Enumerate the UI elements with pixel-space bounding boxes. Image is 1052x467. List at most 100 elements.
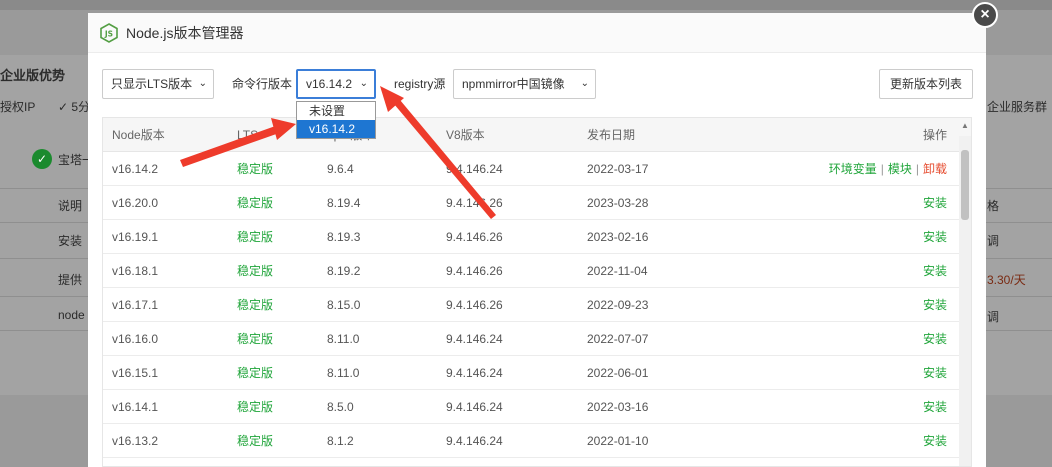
- table-scrollbar[interactable]: [959, 136, 971, 466]
- cell-date: 2022-11-04: [587, 264, 648, 278]
- bg-check-text: ✓ 5分: [58, 100, 91, 114]
- table-row: v16.15.1 稳定版 8.11.0 9.4.146.24 2022-06-0…: [103, 356, 971, 390]
- cell-version: v16.15.1: [112, 366, 159, 380]
- header-release-date: 发布日期: [587, 128, 636, 142]
- cell-lts: 稳定版: [237, 434, 274, 448]
- cell-version: v16.18.1: [112, 264, 159, 278]
- install-link[interactable]: 安装: [923, 220, 947, 254]
- bg-row3: node: [58, 308, 85, 322]
- cell-v8: 9.4.146.26: [446, 230, 503, 244]
- cell-version: v16.16.0: [112, 332, 159, 346]
- dropdown-option-unset[interactable]: 未设置: [297, 102, 375, 120]
- cell-v8: 9.4.146.24: [446, 400, 503, 414]
- nodejs-version-manager-dialog: JS Node.js版本管理器 只显示LTS版本 ⌄ 命令行版本 v16.14.…: [88, 13, 986, 467]
- cell-version: v16.19.1: [112, 230, 159, 244]
- chevron-down-icon: ⌄: [359, 78, 368, 89]
- cell-npm: 8.19.2: [327, 264, 361, 278]
- bg-right-col: 格: [987, 199, 1000, 213]
- cell-v8: 9.4.146.26: [446, 298, 503, 312]
- table-row: v16.18.1 稳定版 8.19.2 9.4.146.26 2022-11-0…: [103, 254, 971, 288]
- cell-v8: 9.4.146.24: [446, 332, 503, 346]
- bg-row2: 提供: [58, 273, 83, 287]
- module-link[interactable]: 模块: [888, 162, 912, 176]
- cell-version: v16.17.1: [112, 298, 159, 312]
- cell-npm: 9.6.4: [327, 162, 354, 176]
- cell-lts: 稳定版: [237, 162, 274, 176]
- table-row: v16.20.0 稳定版 8.19.4 9.4.146.26 2023-03-2…: [103, 186, 971, 220]
- lts-filter-select[interactable]: 只显示LTS版本 ⌄: [102, 69, 214, 99]
- header-actions: 操作: [922, 128, 947, 142]
- registry-label: registry源: [394, 77, 446, 91]
- refresh-version-list-button[interactable]: 更新版本列表: [879, 69, 973, 99]
- cell-date: 2023-03-28: [587, 196, 649, 210]
- lts-filter-value: 只显示LTS版本: [111, 77, 193, 91]
- header-v8-version: V8版本: [446, 128, 485, 142]
- registry-value: npmmirror中国镜像: [462, 77, 565, 91]
- cell-version: v16.14.1: [112, 400, 159, 414]
- install-link[interactable]: 安装: [923, 322, 947, 356]
- env-variable-link[interactable]: 环境变量: [829, 162, 877, 176]
- install-link[interactable]: 安装: [923, 356, 947, 390]
- cell-npm: 8.19.3: [327, 230, 361, 244]
- close-dialog-button[interactable]: ×: [972, 2, 998, 28]
- dropdown-option-v16-14-2[interactable]: v16.14.2: [297, 120, 375, 138]
- bg-right-r1: 调: [987, 234, 1000, 248]
- background-topbar: [0, 0, 1052, 10]
- table-header: Node版本 LTS npm版本 V8版本 发布日期 操作: [103, 118, 971, 152]
- registry-select[interactable]: npmmirror中国镜像 ⌄: [453, 69, 596, 99]
- dialog-title: Node.js版本管理器: [126, 24, 244, 41]
- bg-section-title: 企业版优势: [0, 68, 66, 83]
- bg-row1: 安装: [58, 234, 83, 248]
- table-row: v16.17.1 稳定版 8.15.0 9.4.146.26 2022-09-2…: [103, 288, 971, 322]
- cell-actions: 环境变量 | 模块 | 卸载: [828, 162, 947, 176]
- check-circle-icon: ✓: [32, 149, 52, 169]
- table-row: v16.14.2 稳定版 9.6.4 9.4.146.24 2022-03-17…: [103, 152, 971, 186]
- versions-table: Node版本 LTS npm版本 V8版本 发布日期 操作 v16.14.2 稳…: [102, 117, 972, 467]
- cell-lts: 稳定版: [237, 230, 274, 244]
- table-row: v16.13.2 稳定版 8.1.2 9.4.146.24 2022-01-10…: [103, 424, 971, 458]
- scrollbar-thumb[interactable]: [961, 150, 969, 220]
- cell-lts: 稳定版: [237, 400, 274, 414]
- cell-lts: 稳定版: [237, 332, 274, 346]
- chevron-down-icon: ⌄: [198, 78, 207, 89]
- table-row: v16.14.1 稳定版 8.5.0 9.4.146.24 2022-03-16…: [103, 390, 971, 424]
- cell-v8: 9.4.146.24: [446, 434, 503, 448]
- bg-right-text: 企业服务群: [987, 100, 1048, 114]
- cell-version: v16.13.2: [112, 434, 159, 448]
- cell-date: 2023-02-16: [587, 230, 649, 244]
- table-row: v16.19.1 稳定版 8.19.3 9.4.146.26 2023-02-1…: [103, 220, 971, 254]
- cmd-version-select[interactable]: v16.14.2 ⌄: [296, 69, 376, 99]
- cell-date: 2022-01-10: [587, 434, 649, 448]
- cell-v8: 9.4.146.24: [446, 366, 503, 380]
- bg-ip-text: 授权IP: [0, 100, 36, 114]
- install-link[interactable]: 安装: [923, 390, 947, 424]
- install-link[interactable]: 安装: [923, 424, 947, 458]
- cell-npm: 8.19.4: [327, 196, 361, 210]
- cell-version: v16.20.0: [112, 196, 159, 210]
- cell-lts: 稳定版: [237, 366, 274, 380]
- install-link[interactable]: 安装: [923, 254, 947, 288]
- svg-text:JS: JS: [104, 29, 113, 38]
- uninstall-link[interactable]: 卸载: [923, 162, 947, 176]
- cmd-version-value: v16.14.2: [306, 77, 353, 91]
- cell-date: 2022-03-17: [587, 162, 649, 176]
- scroll-up-arrow-icon[interactable]: ▲: [960, 118, 970, 134]
- cell-npm: 8.5.0: [327, 400, 354, 414]
- cell-date: 2022-03-16: [587, 400, 649, 414]
- cell-v8: 9.4.146.24: [446, 162, 503, 176]
- install-link[interactable]: 安装: [923, 288, 947, 322]
- toolbar: 只显示LTS版本 ⌄ 命令行版本 v16.14.2 ⌄ registry源 np…: [102, 69, 973, 101]
- cell-npm: 8.1.2: [327, 434, 354, 448]
- cell-lts: 稳定版: [237, 196, 274, 210]
- bg-right-price: 3.30/天: [987, 273, 1026, 287]
- cell-lts: 稳定版: [237, 264, 274, 278]
- cell-date: 2022-09-23: [587, 298, 649, 312]
- cell-npm: 8.15.0: [327, 298, 361, 312]
- cell-date: 2022-07-07: [587, 332, 649, 346]
- bg-col-a: 说明: [58, 199, 83, 213]
- install-link[interactable]: 安装: [923, 186, 947, 220]
- table-row: v16.16.0 稳定版 8.11.0 9.4.146.24 2022-07-0…: [103, 322, 971, 356]
- chevron-down-icon: ⌄: [580, 78, 589, 89]
- cell-npm: 8.11.0: [327, 332, 360, 346]
- cell-v8: 9.4.146.26: [446, 264, 503, 278]
